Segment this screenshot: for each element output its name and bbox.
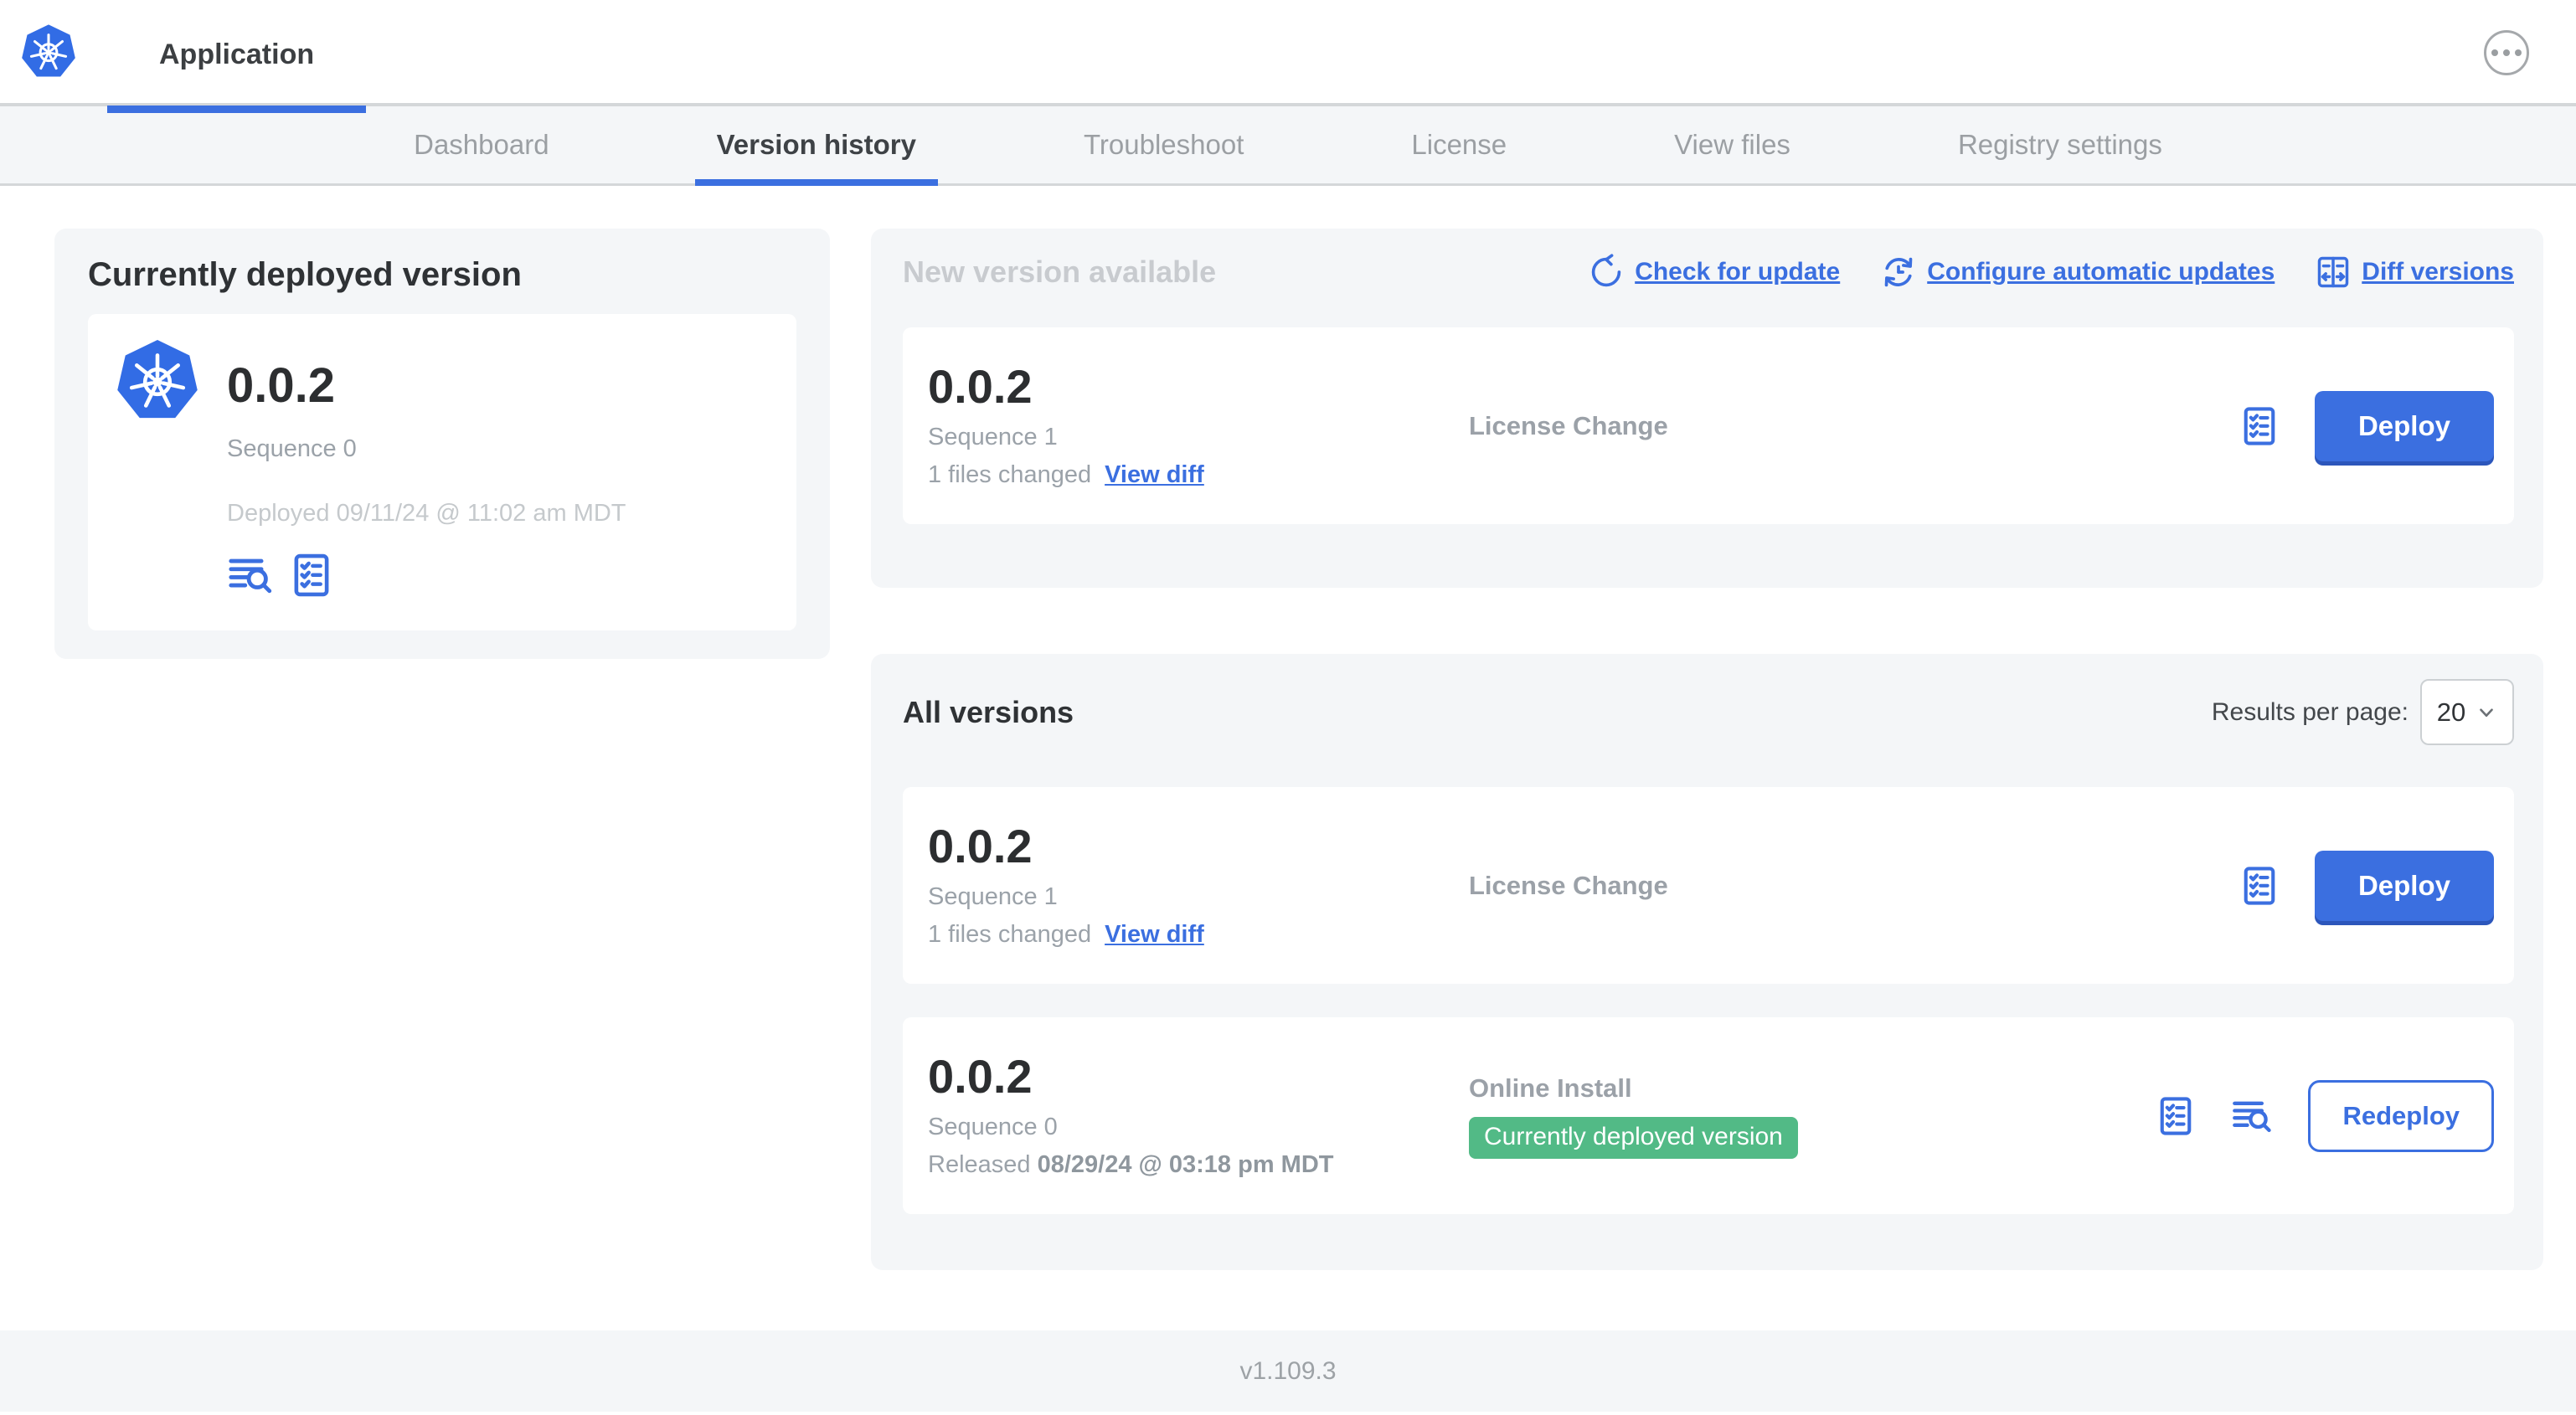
redeploy-button[interactable]: Redeploy xyxy=(2308,1079,2494,1152)
configure-automatic-updates-link[interactable]: Configure automatic updates xyxy=(1880,254,2275,291)
files-changed-label: 1 files changed xyxy=(928,920,1092,948)
deploy-button[interactable]: Deploy xyxy=(2314,390,2494,461)
view-diff-link[interactable]: View diff xyxy=(1105,921,1204,949)
results-per-page-label: Results per page: xyxy=(2211,697,2409,726)
diff-icon xyxy=(2318,256,2349,288)
tab-troubleshoot[interactable]: Troubleshoot xyxy=(1062,106,1265,183)
ellipsis-icon xyxy=(2491,49,2498,56)
current-deployed-date: Deployed 09/11/24 @ 11:02 am MDT xyxy=(227,500,626,527)
row-version-number: 0.0.2 xyxy=(928,1049,1033,1103)
currently-deployed-card: 0.0.2 Sequence 0 Deployed 09/11/24 @ 11:… xyxy=(88,314,796,630)
app-tab[interactable]: Application xyxy=(107,0,367,113)
new-version-card: 0.0.2 Sequence 1 1 files changed View di… xyxy=(903,327,2514,524)
overflow-menu-button[interactable] xyxy=(2484,30,2529,75)
version-row: 0.0.2 Sequence 0 Released 08/29/24 @ 03:… xyxy=(903,1017,2514,1214)
kubernetes-logo-icon xyxy=(20,23,77,78)
tab-view-files[interactable]: View files xyxy=(1652,106,1812,183)
preflight-checks-icon[interactable] xyxy=(2238,404,2281,448)
current-sequence: Sequence 0 xyxy=(227,435,357,462)
view-diff-link[interactable]: View diff xyxy=(1105,461,1204,489)
deploy-button[interactable]: Deploy xyxy=(2314,850,2494,921)
released-date: Released 08/29/24 @ 03:18 pm MDT xyxy=(928,1150,1334,1178)
files-changed-label: 1 files changed xyxy=(928,461,1092,488)
current-version-number: 0.0.2 xyxy=(227,358,335,413)
tab-dashboard[interactable]: Dashboard xyxy=(392,106,570,183)
schedule-update-icon xyxy=(1884,257,1913,287)
all-versions-panel: All versions Results per page: 20 0.0.2 … xyxy=(871,654,2543,1270)
all-versions-title: All versions xyxy=(903,694,1074,729)
version-source-label: Online Install xyxy=(1469,1073,1632,1103)
version-source-label: License Change xyxy=(1469,410,1668,440)
app-tab-active-indicator xyxy=(107,105,367,113)
new-version-sequence: Sequence 1 xyxy=(928,423,1058,450)
preflight-checks-icon[interactable] xyxy=(287,551,336,599)
preflight-checks-icon[interactable] xyxy=(2238,864,2281,908)
tab-registry-settings[interactable]: Registry settings xyxy=(1936,106,2184,183)
currently-deployed-panel: Currently deployed version 0.0.2 Sequenc… xyxy=(54,229,830,659)
app-nav: Dashboard Version history Troubleshoot L… xyxy=(0,106,2576,186)
console-version: v1.109.3 xyxy=(1239,1356,1337,1385)
app-header: Application xyxy=(0,0,2576,113)
main-content: Currently deployed version 0.0.2 Sequenc… xyxy=(0,186,2576,1330)
app-footer: v1.109.3 xyxy=(0,1330,2576,1412)
row-sequence: Sequence 0 xyxy=(928,1113,1058,1140)
version-source-label: License Change xyxy=(1469,870,1668,900)
row-version-number: 0.0.2 xyxy=(928,819,1033,872)
currently-deployed-badge: Currently deployed version xyxy=(1469,1116,1798,1159)
chevron-down-icon xyxy=(2480,708,2494,717)
preflight-checks-icon[interactable] xyxy=(2154,1094,2197,1138)
currently-deployed-title: Currently deployed version xyxy=(88,256,522,293)
new-version-title: New version available xyxy=(903,255,1217,289)
tab-license[interactable]: License xyxy=(1389,106,1528,183)
deploy-logs-icon[interactable] xyxy=(2231,1094,2275,1138)
app-title: Application xyxy=(159,39,315,70)
results-per-page-select[interactable]: 20 xyxy=(2420,679,2514,745)
tab-version-history[interactable]: Version history xyxy=(694,106,939,186)
diff-versions-link[interactable]: Diff versions xyxy=(2315,254,2514,291)
check-for-update-link[interactable]: Check for update xyxy=(1588,254,1840,291)
version-row: 0.0.2 Sequence 1 1 files changed View di… xyxy=(903,787,2514,984)
new-version-number: 0.0.2 xyxy=(928,359,1033,413)
kubernetes-app-icon xyxy=(115,338,200,424)
deploy-logs-icon[interactable] xyxy=(227,551,276,599)
refresh-icon xyxy=(1591,254,1621,287)
new-version-panel: New version available Check for update C… xyxy=(871,229,2543,588)
row-sequence: Sequence 1 xyxy=(928,882,1058,910)
